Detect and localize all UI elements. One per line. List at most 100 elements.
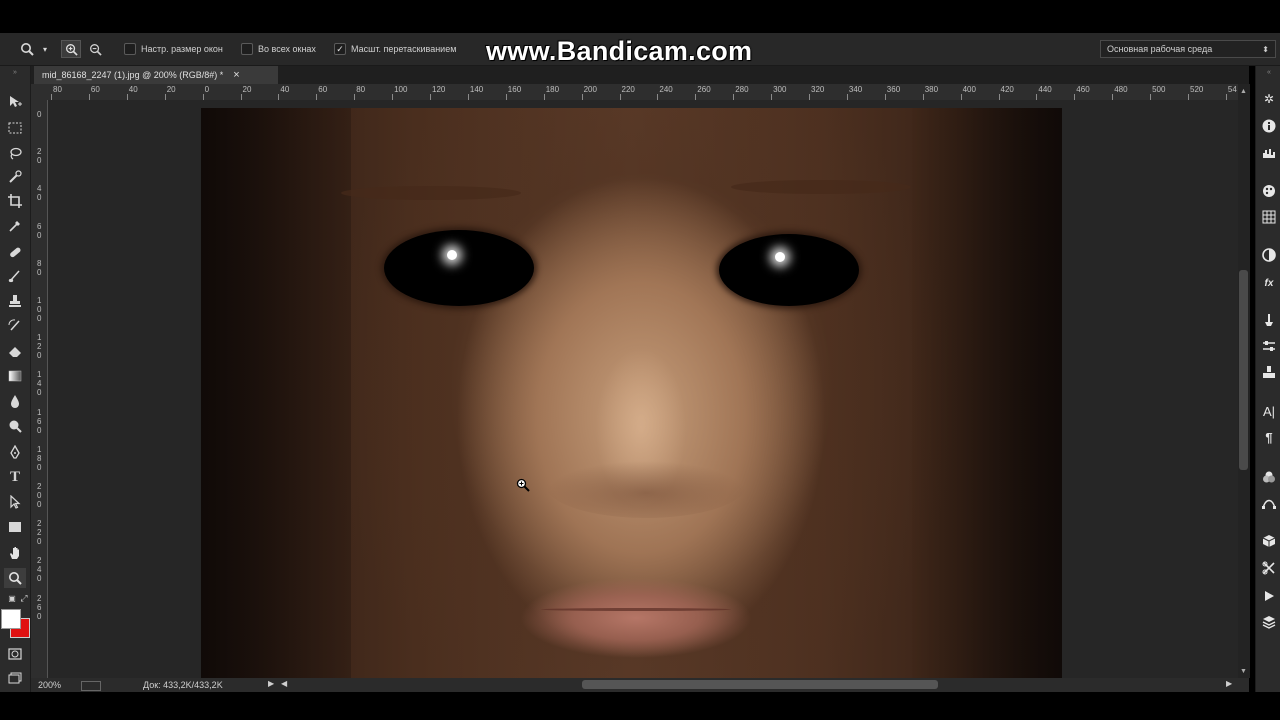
ruler-label: 240 (37, 556, 42, 584)
chevron-down-icon[interactable]: ▾ (40, 43, 50, 55)
scrubby-zoom-option[interactable]: ✓ Масшт. перетаскиванием (334, 42, 456, 56)
dodge-icon[interactable] (4, 416, 26, 436)
move-icon[interactable] (4, 92, 26, 112)
scroll-up-icon[interactable]: ▲ (1240, 88, 1247, 95)
channels-icon[interactable] (1260, 468, 1278, 486)
history-brush-icon[interactable] (4, 316, 26, 336)
styles-icon[interactable]: fx (1260, 274, 1278, 292)
resize-windows-checkbox[interactable] (124, 43, 136, 55)
timeline-icon[interactable] (1260, 559, 1278, 577)
foreground-color-swatch[interactable] (1, 609, 21, 629)
actions-icon[interactable] (1260, 587, 1278, 605)
vertical-ruler[interactable]: 0 20 40 60 80 100 120 140 160 180 200 220 240 260 (31, 100, 48, 678)
ruler-label: 80 (53, 85, 62, 94)
horizontal-ruler[interactable]: 80 60 40 20 0 20 40 60 80 100 120 140 160 180 200 220 24… (31, 84, 1238, 101)
zoom-level[interactable]: 200% (38, 680, 61, 690)
screen-mode-icon[interactable] (4, 668, 26, 688)
ruler-label: 100 (37, 296, 42, 323)
ruler-label: 220 (37, 519, 42, 547)
brush-presets-icon[interactable] (1260, 311, 1278, 329)
scroll-down-icon[interactable]: ▼ (1240, 668, 1247, 675)
close-icon[interactable]: × (233, 69, 239, 81)
horizontal-scroll-thumb[interactable] (582, 680, 938, 689)
layers-icon[interactable] (1260, 613, 1278, 631)
type-icon[interactable]: T (4, 467, 26, 487)
recorder-watermark: www.Bandicam.com (486, 36, 753, 66)
ruler-label: 80 (356, 85, 366, 94)
zoom-tool-preset-icon[interactable] (18, 41, 36, 57)
clone-stamp-icon[interactable] (4, 291, 26, 311)
chevron-down-icon: ⬍ (1262, 44, 1269, 54)
ruler-label: 100 (394, 85, 408, 94)
character-icon[interactable]: A| (1260, 402, 1278, 420)
hair-left (201, 108, 351, 678)
zoom-in-icon[interactable] (61, 40, 81, 58)
ruler-label: 460 (1076, 85, 1090, 94)
navigator-icon[interactable]: ✲ (1260, 90, 1278, 108)
all-windows-checkbox[interactable] (241, 43, 253, 55)
ruler-label: 260 (697, 85, 711, 94)
lasso-icon[interactable] (4, 143, 26, 163)
clone-source-icon[interactable] (1260, 363, 1278, 381)
workspace-select[interactable]: Основная рабочая среда ⬍ (1100, 40, 1276, 58)
ruler-label: 0 (204, 85, 210, 94)
3d-icon[interactable] (1260, 532, 1278, 550)
zoom-icon[interactable] (4, 568, 26, 588)
quick-mask-icon[interactable] (4, 644, 26, 664)
hand-icon[interactable] (4, 543, 26, 563)
all-windows-option[interactable]: Во всех окнах (241, 42, 316, 56)
document-tab[interactable]: mid_86168_2247 (1).jpg @ 200% (RGB/8#) *… (34, 66, 278, 84)
swatches-icon[interactable] (1260, 208, 1278, 226)
eyedropper-icon[interactable] (4, 216, 26, 236)
zoom-out-icon[interactable] (85, 40, 105, 58)
ruler-label: 40 (128, 85, 138, 94)
status-preview-icon[interactable] (81, 681, 101, 691)
blur-icon[interactable] (4, 391, 26, 411)
ruler-label: 240 (659, 85, 673, 94)
tool-presets-icon[interactable] (1260, 337, 1278, 355)
eye-left-glint (447, 250, 457, 260)
ruler-label: 260 (37, 593, 42, 621)
scrubby-zoom-checkbox[interactable]: ✓ (334, 43, 346, 55)
ruler-label: 20 (166, 85, 176, 94)
histogram-icon[interactable] (1260, 144, 1278, 162)
ruler-label: 280 (735, 85, 749, 94)
ruler-label: 500 (1152, 85, 1166, 94)
gradient-icon[interactable] (4, 366, 26, 386)
ruler-label: 160 (507, 85, 522, 94)
resize-windows-label: Настр. размер окон (141, 44, 223, 54)
pen-icon[interactable] (4, 442, 26, 462)
vertical-scroll-thumb[interactable] (1239, 270, 1248, 470)
eye-left (384, 230, 534, 306)
eraser-icon[interactable] (4, 341, 26, 361)
quick-select-icon[interactable] (4, 167, 26, 187)
ruler-label: 40 (37, 184, 42, 203)
status-menu-icon[interactable]: ▶ (268, 679, 274, 688)
ruler-label: 340 (848, 85, 863, 94)
panel-collapse-icon[interactable]: » (4, 68, 26, 76)
color-icon[interactable] (1260, 182, 1278, 200)
ruler-label: 140 (469, 85, 484, 94)
shape-icon[interactable] (4, 517, 26, 537)
ruler-label: 60 (318, 85, 328, 94)
adjustments-icon[interactable] (1260, 246, 1278, 264)
ruler-label: 20 (242, 85, 252, 94)
paragraph-icon[interactable]: ¶ (1260, 428, 1278, 446)
panel-collapse-icon[interactable]: « (1260, 68, 1278, 76)
scroll-left-icon[interactable]: ◀ (281, 679, 287, 688)
ruler-label: 140 (37, 370, 42, 398)
canvas-area[interactable] (48, 100, 1238, 678)
healing-brush-icon[interactable] (4, 242, 26, 262)
path-select-icon[interactable] (4, 492, 26, 512)
ruler-label: 120 (37, 333, 42, 361)
paths-icon[interactable] (1260, 494, 1278, 512)
marquee-icon[interactable] (4, 118, 26, 138)
resize-windows-option[interactable]: Настр. размер окон (124, 42, 223, 56)
ruler-label: 160 (37, 407, 42, 435)
brush-icon[interactable] (4, 266, 26, 286)
info-icon[interactable] (1260, 117, 1278, 135)
ruler-label: 440 (1038, 85, 1052, 94)
scroll-right-icon[interactable]: ▶ (1226, 679, 1232, 688)
document-image[interactable] (201, 108, 1062, 678)
crop-icon[interactable] (4, 191, 26, 211)
